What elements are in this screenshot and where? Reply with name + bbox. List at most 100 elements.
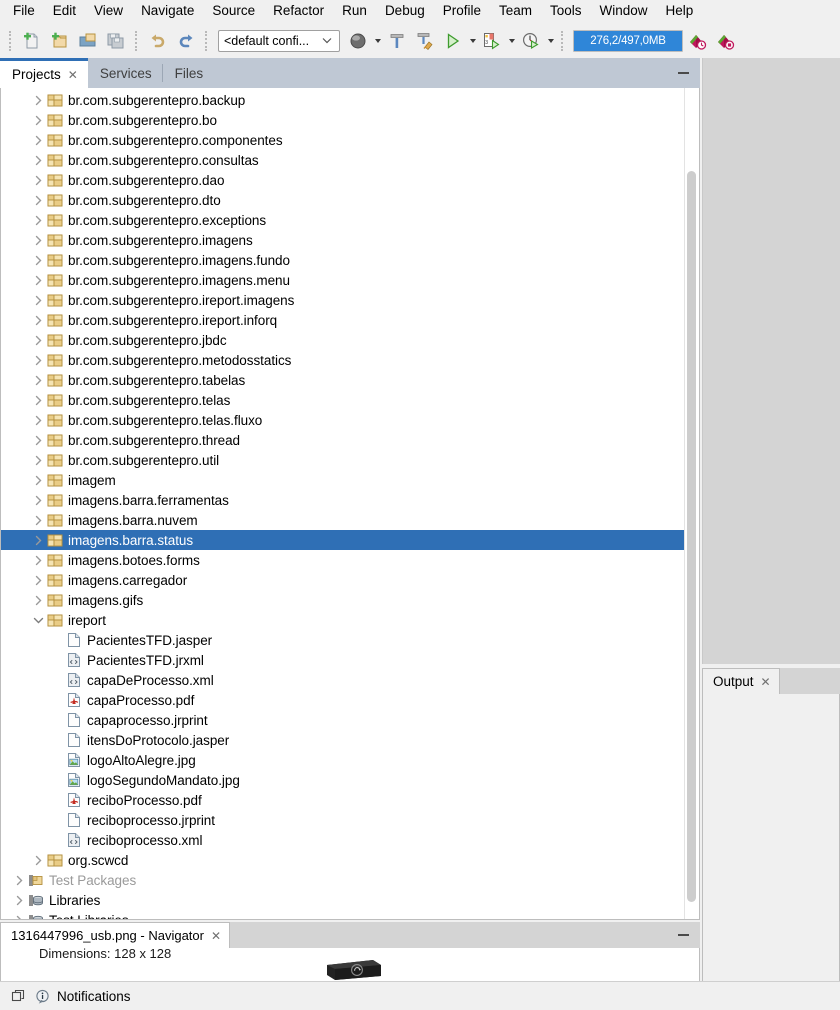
tree-row[interactable]: br.com.subgerentepro.telas.fluxo: [1, 410, 685, 430]
tree-row[interactable]: reciboProcesso.pdf: [1, 790, 685, 810]
chevron-right-icon[interactable]: [30, 490, 46, 510]
menu-item-refactor[interactable]: Refactor: [264, 0, 333, 22]
tree-row[interactable]: imagens.barra.nuvem: [1, 510, 685, 530]
profile-history-button[interactable]: [683, 27, 711, 55]
chevron-right-icon[interactable]: [30, 90, 46, 110]
tab-projects[interactable]: Projects ✕: [0, 58, 88, 88]
tree-row[interactable]: imagens.gifs: [1, 590, 685, 610]
chevron-right-icon[interactable]: [30, 330, 46, 350]
set-browser-button[interactable]: [344, 27, 372, 55]
minimize-navigator-window-button[interactable]: [674, 922, 692, 948]
run-project-button[interactable]: [439, 27, 467, 55]
tree-row[interactable]: org.scwcd: [1, 850, 685, 870]
chevron-right-icon[interactable]: [30, 130, 46, 150]
chevron-right-icon[interactable]: [30, 310, 46, 330]
new-project-button[interactable]: [46, 27, 74, 55]
tree-row[interactable]: br.com.subgerentepro.imagens: [1, 230, 685, 250]
tree-row[interactable]: capaprocesso.jrprint: [1, 710, 685, 730]
tree-row[interactable]: imagens.carregador: [1, 570, 685, 590]
tree-row[interactable]: logoSegundoMandato.jpg: [1, 770, 685, 790]
chevron-right-icon[interactable]: [30, 270, 46, 290]
profile-project-button[interactable]: [517, 27, 545, 55]
tree-row[interactable]: br.com.subgerentepro.backup: [1, 90, 685, 110]
tree-row[interactable]: br.com.subgerentepro.thread: [1, 430, 685, 450]
tree-row[interactable]: br.com.subgerentepro.dao: [1, 170, 685, 190]
tab-services[interactable]: Services: [88, 58, 162, 88]
tree-row[interactable]: ireport: [1, 610, 685, 630]
menu-item-tools[interactable]: Tools: [541, 0, 591, 22]
chevron-right-icon[interactable]: [30, 410, 46, 430]
menu-item-edit[interactable]: Edit: [44, 0, 85, 22]
menu-item-view[interactable]: View: [85, 0, 132, 22]
menu-item-navigate[interactable]: Navigate: [132, 0, 203, 22]
tree-row[interactable]: imagens.botoes.forms: [1, 550, 685, 570]
menu-item-help[interactable]: Help: [657, 0, 703, 22]
chevron-right-icon[interactable]: [30, 430, 46, 450]
tab-navigator[interactable]: 1316447996_usb.png - Navigator ✕: [0, 922, 231, 948]
tree-row[interactable]: capaDeProcesso.xml: [1, 670, 685, 690]
clean-and-build-button[interactable]: [411, 27, 439, 55]
menu-item-debug[interactable]: Debug: [376, 0, 434, 22]
tree-row[interactable]: br.com.subgerentepro.tabelas: [1, 370, 685, 390]
chevron-right-icon[interactable]: [30, 370, 46, 390]
chevron-right-icon[interactable]: [30, 290, 46, 310]
chevron-right-icon[interactable]: [30, 230, 46, 250]
profile-stop-button[interactable]: [711, 27, 739, 55]
tree-row[interactable]: Libraries: [1, 890, 685, 910]
menu-item-team[interactable]: Team: [490, 0, 541, 22]
tree-row[interactable]: br.com.subgerentepro.exceptions: [1, 210, 685, 230]
profile-dropdown-arrow[interactable]: [545, 27, 556, 55]
run-dropdown-arrow[interactable]: [467, 27, 478, 55]
save-all-button[interactable]: [102, 27, 130, 55]
chevron-right-icon[interactable]: [30, 850, 46, 870]
chevron-right-icon[interactable]: [30, 530, 46, 550]
tree-row[interactable]: br.com.subgerentepro.dto: [1, 190, 685, 210]
chevron-right-icon[interactable]: [11, 890, 27, 910]
new-file-button[interactable]: [18, 27, 46, 55]
chevron-right-icon[interactable]: [30, 470, 46, 490]
tree-row[interactable]: Test Packages: [1, 870, 685, 890]
chevron-right-icon[interactable]: [11, 870, 27, 890]
tree-row[interactable]: reciboprocesso.jrprint: [1, 810, 685, 830]
close-icon[interactable]: ✕: [211, 929, 221, 943]
tree-row[interactable]: br.com.subgerentepro.telas: [1, 390, 685, 410]
project-configuration-combo[interactable]: <default confi...: [218, 30, 340, 52]
tree-row[interactable]: br.com.subgerentepro.ireport.inforq: [1, 310, 685, 330]
window-restore-icon[interactable]: [6, 986, 30, 1006]
tree-row[interactable]: PacientesTFD.jasper: [1, 630, 685, 650]
close-icon[interactable]: ✕: [761, 675, 771, 689]
tree-row[interactable]: br.com.subgerentepro.metodosstatics: [1, 350, 685, 370]
projects-tree[interactable]: br.com.subgerentepro.backup br.com.subger…: [1, 88, 685, 919]
chevron-right-icon[interactable]: [30, 170, 46, 190]
chevron-right-icon[interactable]: [30, 450, 46, 470]
chevron-down-icon[interactable]: [30, 610, 46, 630]
undo-button[interactable]: [144, 27, 172, 55]
menu-item-profile[interactable]: Profile: [434, 0, 490, 22]
tree-row[interactable]: PacientesTFD.jrxml: [1, 650, 685, 670]
chevron-right-icon[interactable]: [30, 510, 46, 530]
tree-row[interactable]: imagem: [1, 470, 685, 490]
tree-row[interactable]: Test Libraries: [1, 910, 685, 919]
redo-button[interactable]: [172, 27, 200, 55]
chevron-right-icon[interactable]: [30, 550, 46, 570]
menu-item-window[interactable]: Window: [591, 0, 657, 22]
chevron-right-icon[interactable]: [11, 910, 27, 919]
menu-item-source[interactable]: Source: [203, 0, 264, 22]
chevron-right-icon[interactable]: [30, 150, 46, 170]
menu-item-run[interactable]: Run: [333, 0, 376, 22]
memory-gauge[interactable]: 276,2/497,0MB: [573, 30, 683, 52]
open-project-button[interactable]: [74, 27, 102, 55]
tree-row[interactable]: br.com.subgerentepro.jbdc: [1, 330, 685, 350]
build-project-button[interactable]: [383, 27, 411, 55]
tree-row[interactable]: br.com.subgerentepro.bo: [1, 110, 685, 130]
tree-row[interactable]: br.com.subgerentepro.imagens.menu: [1, 270, 685, 290]
close-icon[interactable]: ✕: [68, 69, 78, 81]
tree-row[interactable]: imagens.barra.status: [1, 530, 685, 550]
menu-item-file[interactable]: File: [4, 0, 44, 22]
browser-dropdown-arrow[interactable]: [372, 27, 383, 55]
tree-row[interactable]: logoAltoAlegre.jpg: [1, 750, 685, 770]
chevron-right-icon[interactable]: [30, 570, 46, 590]
tree-row[interactable]: reciboprocesso.xml: [1, 830, 685, 850]
tree-row[interactable]: br.com.subgerentepro.ireport.imagens: [1, 290, 685, 310]
projects-tree-scrollbar[interactable]: [684, 88, 699, 919]
